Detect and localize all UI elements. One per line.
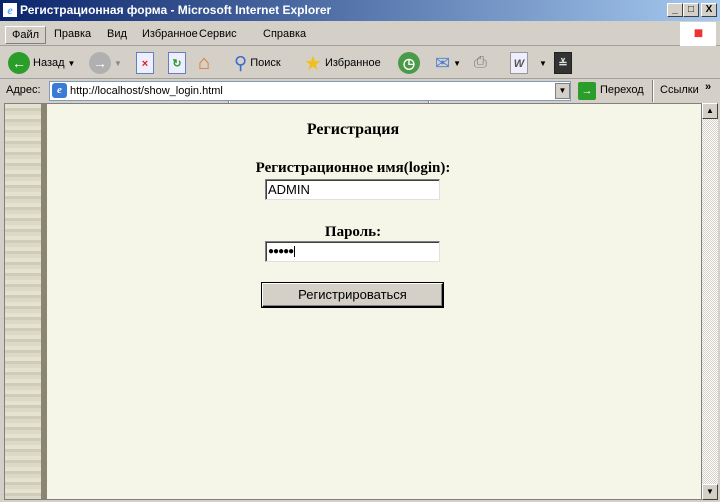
messenger-icon: ≚ [554,52,572,74]
page-heading: Регистрация [306,121,400,138]
search-button[interactable]: ⚲ Поиск [234,51,281,75]
refresh-button[interactable]: ↻ [168,51,186,75]
title-bar: Регистрационная форма - Microsoft Intern… [0,0,720,21]
maximize-button[interactable]: □ [683,3,699,17]
home-button[interactable]: ⌂ [198,51,210,75]
menu-tools[interactable]: Сервис [193,26,243,44]
star-icon: ★ [304,52,322,75]
vertical-scrollbar[interactable] [702,103,718,500]
forward-button[interactable]: → ▼ [89,51,122,75]
print-button[interactable]: ⎙ [474,51,487,75]
stop-icon: × [136,52,154,74]
forward-dropdown-icon[interactable]: ▼ [114,59,122,68]
edit-dropdown-icon[interactable]: ▼ [539,59,547,68]
search-icon: ⚲ [234,52,248,73]
menu-bar: Файл Правка Вид Избранное Сервис Справка… [0,22,720,46]
links-button[interactable]: Ссылки [660,84,699,96]
go-arrow-icon[interactable]: → [578,82,596,100]
password-mask: ●●●●● [268,246,294,257]
mail-icon: ✉ [435,52,451,73]
print-icon: ⎙ [474,54,487,71]
ie-icon: e [3,3,17,17]
toolbar: ← Назад ▼ → ▼ × ↻ ⌂ ⚲ Поиск ★ Избранное ◷ ✉ ▼ … [0,47,720,123]
go-button[interactable]: Переход [600,84,644,96]
password-input[interactable]: ●●●●● [265,241,440,262]
address-input[interactable]: http://localhost/show_login.html [49,81,571,101]
window-title: Регистрационная форма - Microsoft Intern… [20,3,332,17]
page-icon: e [52,83,67,98]
background-border-strip [5,104,47,499]
login-label: Регистрационное имя(login): [255,160,451,176]
windows-logo-icon: ■ [680,22,716,46]
mail-button[interactable]: ✉ ▼ [435,51,461,75]
scroll-up-button[interactable]: ▲ [702,103,718,119]
address-separator [652,80,654,102]
favorites-label: Избранное [324,57,381,69]
search-label: Поиск [250,57,281,69]
menu-view[interactable]: Вид [101,26,133,44]
links-more-icon[interactable]: » [705,81,711,93]
forward-arrow-icon: → [89,52,111,74]
register-button[interactable]: Регистрироваться [262,283,443,307]
home-icon: ⌂ [198,51,211,74]
menu-file[interactable]: Файл [5,26,47,44]
menu-edit[interactable]: Правка [48,26,97,44]
text-cursor [294,246,296,257]
word-icon: W [510,52,528,74]
favorites-button[interactable]: ★ Избранное [304,51,381,75]
address-dropdown-icon[interactable]: ▼ [555,83,570,99]
history-button[interactable]: ◷ [398,51,420,75]
refresh-icon: ↻ [168,52,186,74]
address-bar: Адрес: http://localhost/show_login.html … [0,80,720,102]
back-button[interactable]: ← Назад ▼ [8,51,75,75]
login-input[interactable]: ADMIN [265,179,440,200]
address-label: Адрес: [6,84,41,96]
scroll-down-button[interactable]: ▼ [702,484,718,500]
back-label: Назад [33,57,65,69]
minimize-button[interactable]: _ [667,3,683,17]
back-dropdown-icon[interactable]: ▼ [68,59,76,68]
history-icon: ◷ [398,52,420,74]
messenger-button[interactable]: ≚ [554,51,572,75]
menu-help[interactable]: Справка [257,26,312,44]
close-button[interactable]: X [701,3,717,17]
back-arrow-icon: ← [8,52,30,74]
mail-dropdown-icon[interactable]: ▼ [453,59,461,68]
stop-button[interactable]: × [136,51,154,75]
edit-button[interactable]: W ▼ [510,51,547,75]
password-label: Пароль: [324,224,382,240]
